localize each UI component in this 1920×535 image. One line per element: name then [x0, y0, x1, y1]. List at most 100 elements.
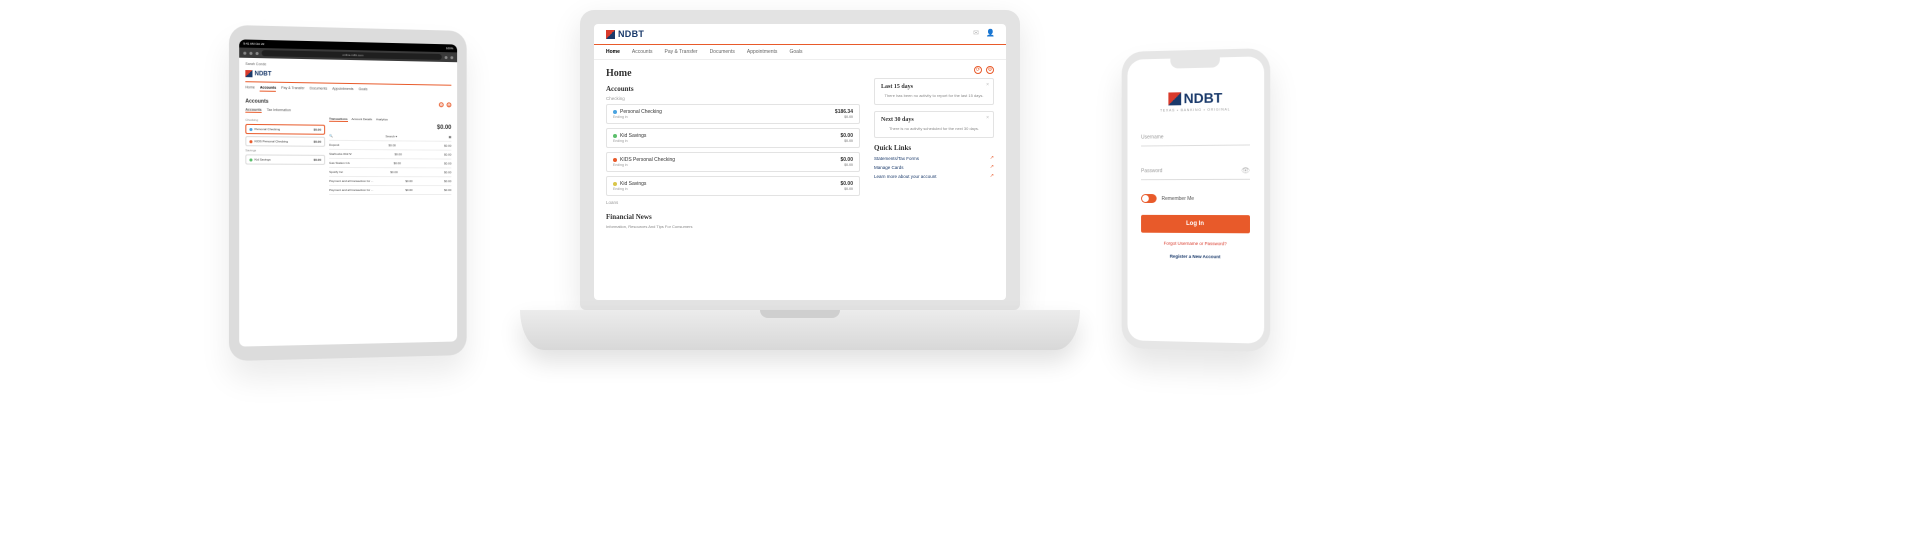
- page-title: Home: [606, 68, 860, 79]
- nav-appointments[interactable]: Appointments: [332, 87, 353, 93]
- remember-toggle[interactable]: [1141, 194, 1157, 203]
- laptop-screen: NDBT ✉ 👤 Home Accounts Pay & Transfer Do…: [594, 24, 1006, 300]
- side-refresh-icon[interactable]: ⟳: [974, 66, 982, 74]
- tablet-device: 9:41 AM Oct 22 100% online.ndbt.com Sara…: [229, 25, 467, 361]
- username-placeholder: Username: [1141, 134, 1164, 140]
- account-color-dot-icon: [613, 158, 617, 162]
- brand-tagline: TEXAS • BANKING • ORIGINAL: [1141, 107, 1250, 113]
- register-link[interactable]: Register a New Account: [1141, 253, 1250, 259]
- section-savings-label: Savings: [245, 148, 325, 153]
- tab-account-details[interactable]: Account Details: [352, 117, 373, 122]
- account-card[interactable]: KIDS Personal Checking $0.00: [245, 136, 325, 147]
- browser-share-icon[interactable]: [445, 56, 448, 59]
- brand-logo-row: NDBT: [245, 70, 451, 81]
- nav-pay-transfer[interactable]: Pay & Transfer: [281, 86, 304, 92]
- tx-bal: $0.00: [444, 161, 451, 165]
- tx-amt: $0.00: [390, 170, 397, 174]
- account-color-dot-icon: [613, 182, 617, 186]
- account-amount: $0.00: [314, 128, 322, 132]
- nav-appointments[interactable]: Appointments: [747, 49, 778, 55]
- nav-documents[interactable]: Documents: [710, 49, 735, 55]
- external-link-icon: ↗: [990, 164, 994, 170]
- forgot-link[interactable]: Forgot Username or Password?: [1141, 241, 1250, 247]
- show-password-icon[interactable]: 👁: [1241, 166, 1250, 174]
- account-name: KIDS Personal Checking: [255, 139, 289, 143]
- transaction-row[interactable]: Spotify Inc$0.00$0.00: [329, 168, 451, 177]
- password-placeholder: Password: [1141, 168, 1162, 174]
- nav-home[interactable]: Home: [245, 85, 255, 91]
- account-card[interactable]: Kid SavingsEnding in $0.00$0.00: [606, 176, 860, 196]
- tx-desc: Payment and all transaction for ...: [329, 188, 373, 192]
- financial-news-heading: Financial News: [606, 213, 860, 221]
- tab-transactions[interactable]: Transactions: [329, 117, 347, 122]
- account-amount: $0.00: [314, 140, 322, 144]
- action-icon-2[interactable]: ⚙: [447, 102, 452, 107]
- tx-bal: $0.00: [444, 170, 451, 174]
- brand-logo-row: NDBT: [606, 29, 644, 39]
- search-icon[interactable]: 🔍: [329, 134, 333, 138]
- tx-bal: $0.00: [444, 153, 451, 157]
- close-icon[interactable]: ×: [986, 82, 989, 88]
- account-color-dot-icon: [249, 158, 252, 161]
- quick-link-label: Statements/Tax Forms: [874, 156, 919, 161]
- nav-pay-transfer[interactable]: Pay & Transfer: [664, 49, 697, 55]
- next-30-days-panel: × Next 30 days There is no activity sche…: [874, 111, 994, 138]
- browser-reload-icon[interactable]: [256, 51, 259, 54]
- main-column: Home Accounts Checking Personal Checking…: [606, 66, 860, 229]
- panel-title: Last 15 days: [881, 84, 987, 90]
- tx-bal: $0.00: [444, 188, 451, 192]
- browser-tabs-icon[interactable]: [450, 56, 453, 59]
- close-icon[interactable]: ×: [986, 115, 989, 121]
- section-checking-label: Checking: [245, 118, 325, 123]
- account-name: KIDS Personal Checking: [620, 157, 675, 163]
- side-settings-icon[interactable]: ⚙: [986, 66, 994, 74]
- brand-name: NDBT: [255, 71, 272, 77]
- quick-link[interactable]: Manage Cards↗: [874, 164, 994, 170]
- transaction-row[interactable]: Gas Station CA$0.00$0.00: [329, 159, 451, 169]
- account-color-dot-icon: [613, 134, 617, 138]
- nav-goals[interactable]: Goals: [358, 87, 367, 93]
- remember-me-row[interactable]: Remember Me: [1141, 194, 1250, 203]
- transaction-row[interactable]: Payment and all transaction for ... $0.00…: [329, 186, 451, 195]
- account-card[interactable]: Personal CheckingEnding in $186.34$0.00: [606, 104, 860, 124]
- nav-goals[interactable]: Goals: [789, 49, 802, 55]
- account-name: Personal Checking: [255, 127, 281, 131]
- account-card[interactable]: Kid SavingsEnding in $0.00$0.00: [606, 128, 860, 148]
- account-amount-sub: $0.00: [840, 163, 853, 167]
- account-card[interactable]: Personal Checking $0.00: [245, 124, 325, 135]
- side-column: ⟳ ⚙ × Last 15 days There has been no act…: [874, 66, 994, 229]
- external-link-icon: ↗: [990, 173, 994, 179]
- status-right: 100%: [446, 44, 453, 52]
- panel-message: There has been no activity to report for…: [881, 93, 987, 99]
- tab-analytics[interactable]: Analytics: [376, 117, 388, 122]
- transaction-row[interactable]: Payment and all transaction for ...$0.00…: [329, 177, 451, 186]
- tx-bal: $0.00: [444, 179, 451, 183]
- brand-name: NDBT: [1184, 89, 1223, 106]
- profile-icon[interactable]: 👤: [986, 30, 994, 38]
- nav-accounts[interactable]: Accounts: [632, 49, 653, 55]
- login-button[interactable]: Log In: [1141, 215, 1250, 233]
- messages-icon[interactable]: ✉: [972, 30, 980, 38]
- browser-back-icon[interactable]: [243, 51, 246, 54]
- subnav-tax[interactable]: Tax Information: [267, 108, 291, 113]
- account-card[interactable]: Kid Savings $0.00: [245, 154, 325, 165]
- password-field[interactable]: Password 👁: [1141, 162, 1250, 181]
- section-loans-label: Loans: [606, 200, 860, 205]
- nav-documents[interactable]: Documents: [310, 86, 328, 92]
- filter-icon[interactable]: ▦: [449, 135, 452, 139]
- action-icon-1[interactable]: ⟳: [439, 102, 444, 107]
- username-field[interactable]: Username: [1141, 127, 1250, 146]
- quick-link[interactable]: Statements/Tax Forms↗: [874, 155, 994, 161]
- tx-desc: Deposit: [329, 143, 339, 147]
- primary-nav: Home Accounts Pay & Transfer Documents A…: [245, 85, 451, 94]
- nav-accounts[interactable]: Accounts: [260, 86, 276, 92]
- tx-amt: $0.00: [388, 143, 395, 147]
- subnav-accounts[interactable]: Accounts: [245, 108, 261, 113]
- section-checking-label: Checking: [606, 96, 860, 101]
- account-card[interactable]: KIDS Personal CheckingEnding in $0.00$0.…: [606, 152, 860, 172]
- quick-link[interactable]: Learn more about your account↗: [874, 173, 994, 179]
- tx-amt: $0.00: [405, 188, 412, 192]
- accounts-sidebar: Checking Personal Checking $0.00 KIDS Pe…: [245, 116, 325, 195]
- nav-home[interactable]: Home: [606, 49, 620, 55]
- browser-forward-icon[interactable]: [249, 51, 252, 54]
